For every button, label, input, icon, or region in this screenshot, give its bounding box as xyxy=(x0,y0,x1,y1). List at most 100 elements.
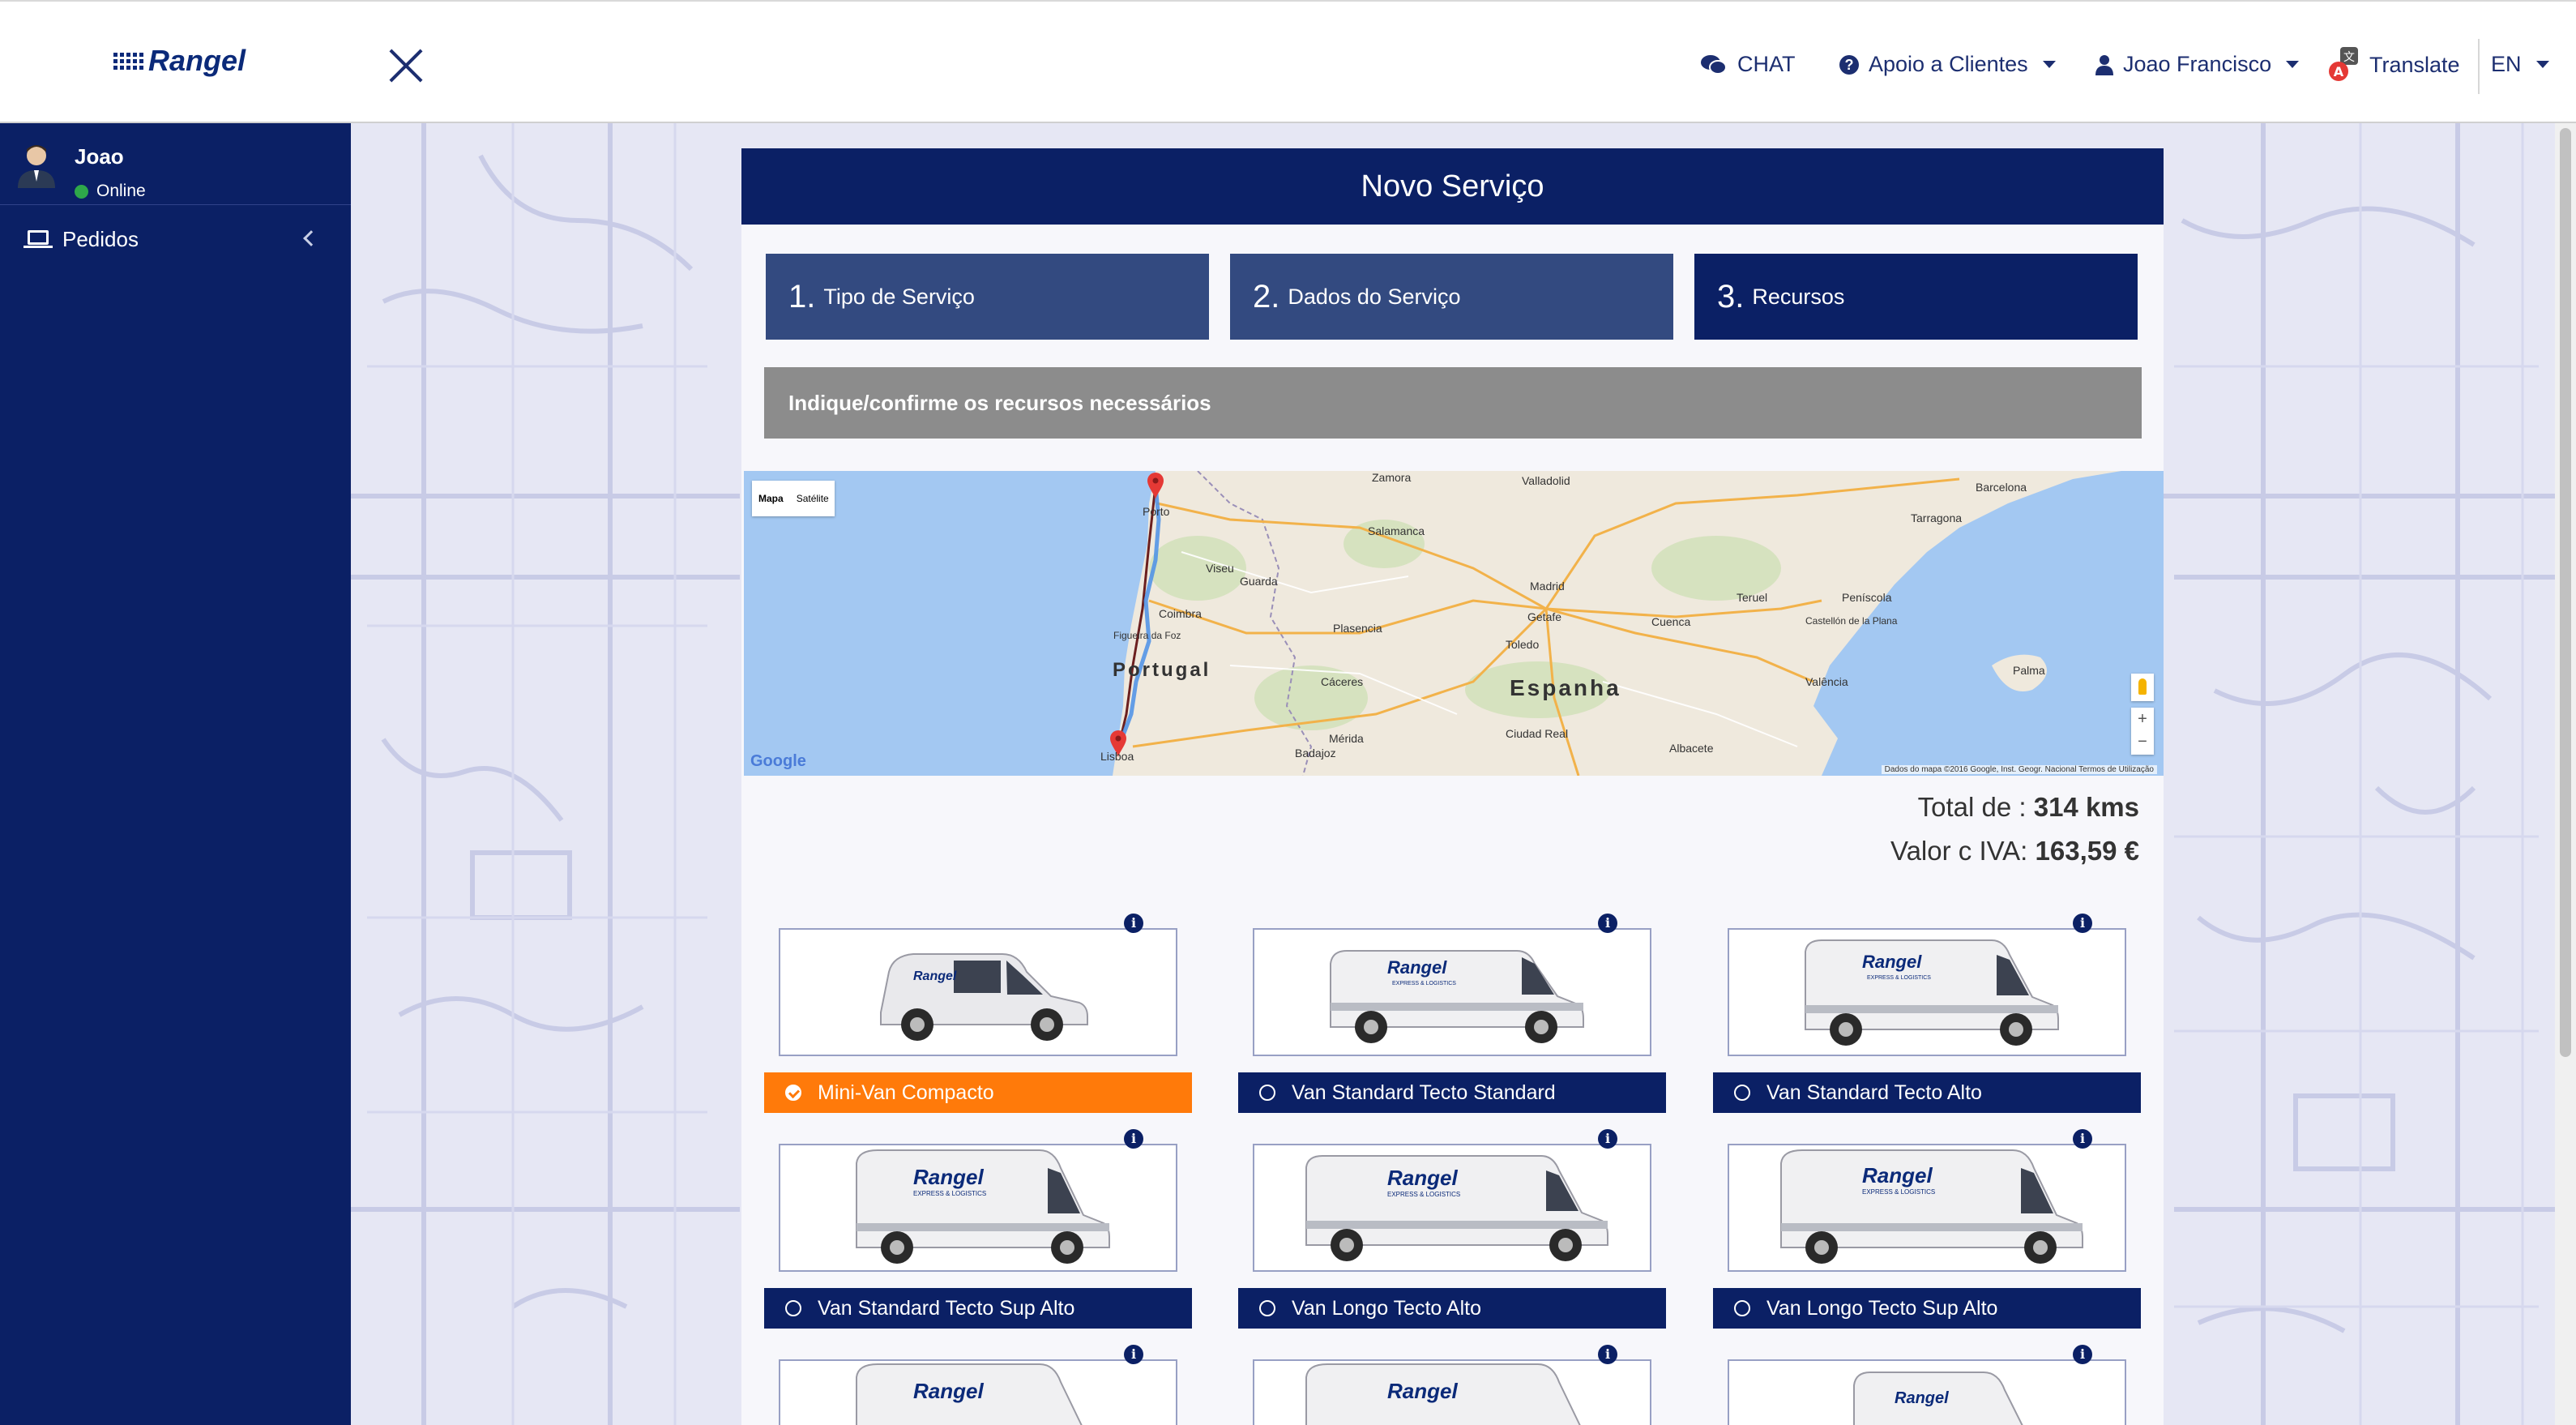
vehicle-option-label: Mini-Van Compacto xyxy=(818,1081,994,1104)
vehicle-option-label: Van Standard Tecto Alto xyxy=(1766,1081,1982,1104)
user-dropdown[interactable]: Joao Francisco xyxy=(2095,52,2300,77)
vehicle-option-radio[interactable]: Van Longo Tecto Alto xyxy=(1238,1288,1666,1329)
map-label: Getafe xyxy=(1527,610,1562,623)
map-label: Teruel xyxy=(1737,591,1768,604)
step-tab-resources[interactable]: 3. Recursos xyxy=(1694,254,2138,340)
map-type-map[interactable]: Mapa xyxy=(752,493,790,504)
vehicle-option-radio[interactable]: Van Longo Tecto Sup Alto xyxy=(1713,1288,2141,1329)
support-dropdown[interactable]: ? Apoio a Clientes xyxy=(1839,52,2056,77)
map-attribution[interactable]: Dados do mapa ©2016 Google, Inst. Geogr.… xyxy=(1881,765,2157,774)
van-image: Rangel xyxy=(1305,1363,1581,1425)
map-type-satellite[interactable]: Satélite xyxy=(790,493,835,504)
route-map[interactable]: Mapa Satélite Porto Lisboa Portugal Espa… xyxy=(744,471,2164,776)
sidebar-item-pedidos[interactable]: Pedidos xyxy=(0,219,351,259)
vehicle-option-radio[interactable]: Van Standard Tecto Sup Alto xyxy=(764,1288,1192,1329)
sidebar-divider xyxy=(0,204,351,205)
vehicle-image[interactable]: Rangel EXPRESS & LOGISTICS xyxy=(1728,928,2126,1056)
map-label: Viseu xyxy=(1206,562,1234,575)
laptop-icon xyxy=(23,230,53,248)
vehicle-option-label: Van Longo Tecto Sup Alto xyxy=(1766,1296,1998,1320)
van-image: Rangel xyxy=(1853,1372,2023,1425)
vehicle-info-icon[interactable]: i xyxy=(2073,1345,2092,1364)
logo-dots-icon xyxy=(113,52,143,70)
street-view-pegman-icon[interactable] xyxy=(2131,674,2154,701)
minivan-image: Rangel xyxy=(880,953,1088,1041)
vehicle-image[interactable]: Rangel EXPRESS & LOGISTICS xyxy=(779,1144,1177,1272)
total-price-label: Valor c IVA: xyxy=(1890,836,2028,866)
vehicle-image[interactable]: Rangel xyxy=(1253,1359,1651,1425)
map-label: Ciudad Real xyxy=(1506,727,1569,740)
map-label: Espanha xyxy=(1510,675,1621,700)
vehicle-image[interactable]: Rangel EXPRESS & LOGISTICS xyxy=(1728,1144,2126,1272)
vehicle-option-radio[interactable]: Van Standard Tecto Alto xyxy=(1713,1072,2141,1113)
user-icon xyxy=(2095,54,2113,75)
svg-text:Rangel: Rangel xyxy=(1862,952,1922,972)
step-number: 3. xyxy=(1717,278,1745,315)
zoom-in-button[interactable]: + xyxy=(2131,708,2154,730)
zoom-out-button[interactable]: − xyxy=(2131,730,2154,753)
van-image: Rangel EXPRESS & LOGISTICS xyxy=(1330,950,1584,1043)
vehicle-option-radio[interactable]: Van Standard Tecto Standard xyxy=(1238,1072,1666,1113)
top-navbar: Rangel CHAT ? Apoio a Clientes Joao Fran… xyxy=(0,0,2576,123)
sidebar-user-name: Joao xyxy=(75,144,124,169)
step-tab-service-data[interactable]: 2. Dados do Serviço xyxy=(1230,254,1673,340)
vehicle-info-icon[interactable]: i xyxy=(2073,914,2092,933)
vehicle-info-icon[interactable]: i xyxy=(1124,914,1143,933)
user-label: Joao Francisco xyxy=(2123,52,2272,76)
svg-text:Rangel: Rangel xyxy=(1895,1389,1949,1407)
vehicle-option: Rangel i xyxy=(764,1345,1192,1425)
vehicle-info-icon[interactable]: i xyxy=(1598,1345,1617,1364)
map-label: Badajoz xyxy=(1295,747,1336,760)
map-label: Albacete xyxy=(1669,742,1714,755)
svg-text:Rangel: Rangel xyxy=(913,1379,984,1403)
step-number: 1. xyxy=(788,278,816,315)
map-label: Cuenca xyxy=(1651,615,1691,628)
chat-label: CHAT xyxy=(1737,52,1796,76)
svg-text:文: 文 xyxy=(2343,51,2355,64)
nav-divider xyxy=(2478,39,2480,94)
sidebar-item-label: Pedidos xyxy=(62,226,139,251)
svg-text:EXPRESS & LOGISTICS: EXPRESS & LOGISTICS xyxy=(1392,981,1456,986)
vehicle-option: Rangel EXPRESS & LOGISTICS i Van Standar… xyxy=(1238,914,1666,1129)
vehicle-image[interactable]: Rangel EXPRESS & LOGISTICS xyxy=(1253,928,1651,1056)
map-label: Lisboa xyxy=(1100,750,1134,763)
translate-button[interactable]: 文 A Translate xyxy=(2329,47,2460,83)
radio-icon xyxy=(1734,1085,1750,1101)
status-text: Online xyxy=(96,182,146,200)
vehicle-info-icon[interactable]: i xyxy=(2073,1129,2092,1149)
map-label: Tarragona xyxy=(1911,511,1963,524)
map-label: Coimbra xyxy=(1159,607,1202,620)
radio-icon xyxy=(1259,1300,1275,1316)
vehicle-image[interactable]: Rangel xyxy=(779,928,1177,1056)
svg-text:Rangel: Rangel xyxy=(1387,957,1447,978)
step-number: 2. xyxy=(1253,278,1280,315)
vehicle-info-icon[interactable]: i xyxy=(1124,1345,1143,1364)
svg-text:EXPRESS & LOGISTICS: EXPRESS & LOGISTICS xyxy=(1387,1191,1460,1198)
rangel-logo[interactable]: Rangel xyxy=(113,44,246,78)
vehicle-image[interactable]: Rangel xyxy=(1728,1359,2126,1425)
translate-label: Translate xyxy=(2369,52,2460,77)
vehicle-option: Rangel i xyxy=(1713,1345,2141,1425)
chat-bubbles-icon xyxy=(1701,54,1727,75)
chevron-left-icon[interactable] xyxy=(303,230,319,246)
total-price: Valor c IVA: 163,59 € xyxy=(1890,836,2139,867)
map-zoom-control: + − xyxy=(2131,708,2154,755)
support-label: Apoio a Clientes xyxy=(1869,52,2028,76)
vehicle-image[interactable]: Rangel xyxy=(779,1359,1177,1425)
chat-link[interactable]: CHAT xyxy=(1700,52,1796,77)
vehicle-info-icon[interactable]: i xyxy=(1598,914,1617,933)
van-image: Rangel EXPRESS & LOGISTICS xyxy=(856,1149,1110,1264)
vehicle-info-icon[interactable]: i xyxy=(1598,1129,1617,1149)
page-scrollbar-thumb[interactable] xyxy=(2560,128,2571,1057)
step-tab-service-type[interactable]: 1. Tipo de Serviço xyxy=(766,254,1209,340)
language-dropdown[interactable]: EN xyxy=(2491,52,2549,77)
vehicle-option: Rangel EXPRESS & LOGISTICS i Van Standar… xyxy=(1713,914,2141,1129)
van-image: Rangel EXPRESS & LOGISTICS xyxy=(1780,1149,2083,1264)
close-menu-icon[interactable] xyxy=(387,47,425,84)
online-dot-icon xyxy=(75,184,88,199)
translate-icon: 文 A xyxy=(2329,47,2358,81)
vehicle-option-selected[interactable]: Mini-Van Compacto xyxy=(764,1072,1192,1113)
map-label: Cáceres xyxy=(1321,675,1364,688)
vehicle-image[interactable]: Rangel EXPRESS & LOGISTICS xyxy=(1253,1144,1651,1272)
vehicle-info-icon[interactable]: i xyxy=(1124,1129,1143,1149)
